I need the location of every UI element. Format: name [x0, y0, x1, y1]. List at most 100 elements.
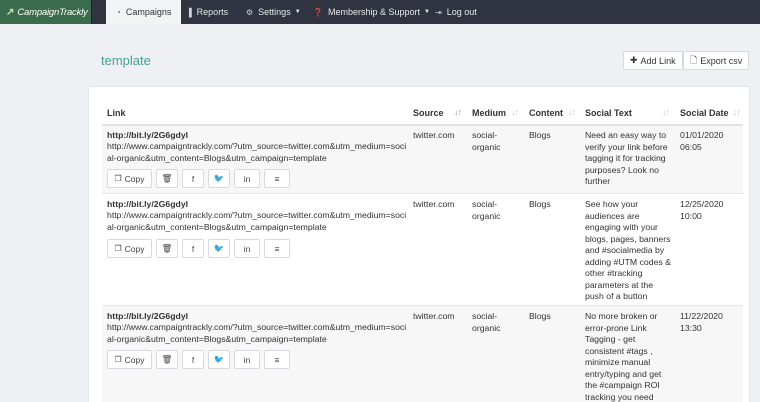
linkedin-icon: in [243, 243, 251, 254]
copy-button[interactable]: ❐ Copy [107, 169, 152, 188]
column-header-social-date[interactable]: Social Date [680, 108, 729, 118]
copy-button[interactable]: ❐ Copy [107, 239, 152, 258]
caret-down-icon: ▼ [424, 9, 430, 15]
caret-down-icon: ▼ [294, 9, 301, 15]
nav-membership-label: Membership & Support [327, 7, 421, 17]
add-link-label: Add Link [640, 55, 676, 66]
nav-reports-label: Reports [196, 7, 229, 17]
share-facebook-button[interactable]: f [182, 350, 204, 369]
column-header-social-text[interactable]: Social Text [585, 108, 632, 118]
twitter-icon: 🐦 [213, 243, 225, 253]
page-title: template [101, 53, 151, 68]
share-buffer-button[interactable]: ≡ [264, 350, 290, 369]
share-facebook-button[interactable]: f [182, 239, 204, 258]
nav-campaigns-label: Campaigns [125, 7, 172, 17]
sort-icon[interactable]: ↓↑ [662, 107, 670, 117]
nav-logout[interactable]: ⇥ Log out [435, 0, 477, 24]
row-actions: ❐ Copy 🗑 f 🐦 in ≡ [107, 169, 294, 188]
copy-label: Copy [124, 243, 145, 254]
twitter-icon: 🐦 [213, 173, 225, 183]
facebook-icon: f [191, 243, 195, 254]
twitter-icon: 🐦 [213, 354, 225, 364]
top-navbar: ↗ CampaignTrackly ◔ Campaigns ▐ Reports … [0, 0, 760, 24]
share-buffer-button[interactable]: ≡ [264, 239, 290, 258]
long-link: http://www.campaigntrackly.com/?utm_sour… [107, 210, 407, 232]
share-twitter-button[interactable]: 🐦 [208, 239, 230, 258]
trash-icon: 🗑 [161, 354, 173, 364]
sort-icon[interactable]: ↓↑ [568, 107, 576, 117]
social-date-cell: 12/25/2020 10:00 [680, 199, 724, 221]
share-facebook-button[interactable]: f [182, 169, 204, 188]
nav-reports[interactable]: ▐ Reports [186, 0, 228, 24]
copy-icon: ❐ [114, 174, 122, 183]
share-linkedin-button[interactable]: in [234, 169, 260, 188]
column-header-content[interactable]: Content [529, 108, 563, 118]
content-cell: Blogs [529, 199, 551, 209]
short-link[interactable]: http://bit.ly/2G6gdyl [107, 130, 188, 142]
share-twitter-button[interactable]: 🐦 [208, 350, 230, 369]
short-link[interactable]: http://bit.ly/2G6gdyl [107, 199, 188, 211]
bar-chart-icon: ▐ [186, 7, 192, 17]
share-buffer-button[interactable]: ≡ [264, 169, 290, 188]
row-actions: ❐ Copy 🗑 f 🐦 in ≡ [107, 350, 294, 369]
delete-button[interactable]: 🗑 [156, 169, 178, 188]
file-icon: 🗋 [690, 54, 698, 65]
buffer-icon: ≡ [274, 173, 280, 184]
share-linkedin-button[interactable]: in [234, 239, 260, 258]
social-text-cell: Need an easy way to verify your link bef… [585, 130, 668, 186]
column-header-medium[interactable]: Medium [472, 108, 506, 118]
social-date-cell: 11/22/2020 13:30 [680, 311, 723, 333]
copy-icon: ❐ [114, 244, 122, 253]
nav-settings[interactable]: ⚙ Settings ▼ [246, 0, 301, 24]
buffer-icon: ≡ [274, 243, 280, 254]
delete-button[interactable]: 🗑 [156, 350, 178, 369]
delete-button[interactable]: 🗑 [156, 239, 178, 258]
question-circle-icon: ❓ [313, 7, 323, 17]
copy-label: Copy [124, 354, 145, 365]
logo-text: CampaignTrackly [17, 6, 88, 18]
nav-logout-label: Log out [446, 7, 477, 17]
medium-cell: social-organic [472, 130, 501, 152]
linkedin-icon: in [243, 173, 251, 184]
source-cell: twitter.com [413, 130, 455, 140]
trash-icon: 🗑 [161, 173, 173, 183]
trash-icon: 🗑 [161, 243, 173, 253]
copy-button[interactable]: ❐ Copy [107, 350, 152, 369]
facebook-icon: f [191, 173, 195, 184]
column-header-link[interactable]: Link [107, 108, 126, 118]
add-link-button[interactable]: ✚ Add Link [623, 51, 683, 70]
copy-label: Copy [124, 173, 145, 184]
logo-icon: ↗ [6, 6, 15, 18]
copy-icon: ❐ [114, 355, 122, 364]
medium-cell: social-organic [472, 311, 501, 333]
facebook-icon: f [191, 354, 195, 365]
tachometer-icon: ◔ [116, 7, 121, 17]
nav-campaigns[interactable]: ◔ Campaigns [106, 0, 182, 24]
gears-icon: ⚙ [246, 7, 254, 17]
long-link: http://www.campaigntrackly.com/?utm_sour… [107, 322, 407, 344]
social-text-cell: See how your audiences are engaging with… [585, 199, 671, 301]
export-csv-label: Export csv [700, 55, 743, 66]
logo[interactable]: ↗ CampaignTrackly [0, 0, 92, 24]
buffer-icon: ≡ [274, 354, 280, 365]
plus-icon: ✚ [630, 55, 638, 65]
share-linkedin-button[interactable]: in [234, 350, 260, 369]
sort-icon[interactable]: ↓↑ [454, 107, 462, 117]
content-cell: Blogs [529, 311, 551, 321]
sort-icon[interactable]: ↓↑ [511, 107, 519, 117]
sort-icon[interactable]: ↓↑ [733, 107, 741, 117]
nav-settings-label: Settings [258, 7, 291, 17]
linkedin-icon: in [243, 354, 251, 365]
medium-cell: social-organic [472, 199, 501, 221]
content-cell: Blogs [529, 130, 551, 140]
row-actions: ❐ Copy 🗑 f 🐦 in ≡ [107, 239, 294, 258]
short-link[interactable]: http://bit.ly/2G6gdyl [107, 311, 188, 323]
nav-membership-support[interactable]: ❓ Membership & Support ▼ [313, 0, 430, 24]
social-date-cell: 01/01/2020 06:05 [680, 130, 724, 152]
export-csv-button[interactable]: 🗋 Export csv [683, 51, 750, 70]
column-header-source[interactable]: Source [413, 108, 444, 118]
share-twitter-button[interactable]: 🐦 [208, 169, 230, 188]
source-cell: twitter.com [413, 311, 455, 321]
source-cell: twitter.com [413, 199, 455, 209]
social-text-cell: No more broken or error-prone Link Taggi… [585, 311, 662, 402]
